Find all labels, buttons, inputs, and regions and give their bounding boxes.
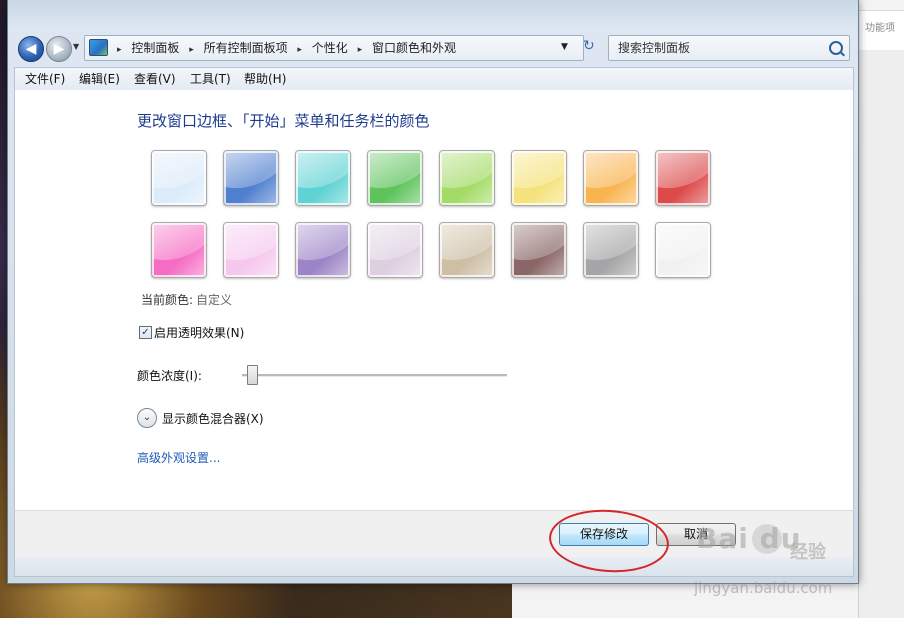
content-pane: 更改窗口边框、「开始」菜单和任务栏的颜色 当前颜色: 自定义 ✓ 启用透明效果(… [14,90,854,510]
address-bar[interactable]: ▸ 控制面板 ▸ 所有控制面板项 ▸ 个性化 ▸ 窗口颜色和外观 [84,35,584,61]
breadcrumb-separator-icon[interactable]: ▸ [297,38,302,62]
menu-edit[interactable]: 编辑(E) [79,68,120,90]
search-placeholder: 搜索控制面板 [618,41,691,55]
breadcrumb-all-items[interactable]: 所有控制面板项 [204,36,288,60]
color-intensity-label: 颜色浓度(I): [137,369,202,383]
color-swatch[interactable] [655,150,711,206]
menu-view[interactable]: 查看(V) [134,68,176,90]
breadcrumb: ▸ 控制面板 ▸ 所有控制面板项 ▸ 个性化 ▸ 窗口颜色和外观 [111,36,456,60]
background-window-pane [858,50,904,618]
chevron-down-icon[interactable]: ⌄ [137,408,157,428]
color-swatch[interactable] [151,222,207,278]
color-swatch[interactable] [151,150,207,206]
menu-tools[interactable]: 工具(T) [190,68,231,90]
color-swatch[interactable] [439,150,495,206]
search-input[interactable]: 搜索控制面板 [608,35,850,61]
advanced-appearance-link[interactable]: 高级外观设置... [137,449,220,466]
breadcrumb-separator-icon[interactable]: ▸ [189,38,194,62]
color-swatch[interactable] [223,150,279,206]
current-color-label: 当前颜色: [141,293,194,307]
search-icon[interactable] [829,41,843,55]
breadcrumb-separator-icon[interactable]: ▸ [117,38,122,62]
breadcrumb-personalization[interactable]: 个性化 [312,36,348,60]
color-swatch[interactable] [655,222,711,278]
forward-arrow-icon: ▶ [53,41,65,57]
breadcrumb-window-color[interactable]: 窗口颜色和外观 [372,36,456,60]
watermark-brand-cn: 经验 [790,542,826,563]
page-title: 更改窗口边框、「开始」菜单和任务栏的颜色 [137,112,430,130]
status-bar [14,557,854,577]
breadcrumb-control-panel[interactable]: 控制面板 [131,36,179,60]
window-title-area [8,0,858,30]
menu-help[interactable]: 帮助(H) [244,68,286,90]
slider-thumb[interactable] [247,365,259,385]
forward-button[interactable]: ▶ [46,36,72,62]
color-swatch[interactable] [295,150,351,206]
color-swatch[interactable] [583,222,639,278]
watermark-brand: Bai du [696,522,802,555]
transparency-checkbox[interactable]: ✓ [139,326,152,339]
color-swatch[interactable] [511,150,567,206]
menu-file[interactable]: 文件(F) [25,68,65,90]
watermark-url: jingyan.baidu.com [694,579,833,597]
color-swatch[interactable] [367,222,423,278]
color-intensity-slider[interactable] [242,374,507,377]
recent-pages-dropdown[interactable]: ▼ [73,42,79,51]
refresh-icon[interactable]: ↻ [583,38,595,54]
transparency-label[interactable]: 启用透明效果(N) [154,324,244,341]
back-button[interactable]: ◀ [18,36,44,62]
control-panel-window: ◀ ▶ ▼ ▸ 控制面板 ▸ 所有控制面板项 ▸ 个性化 ▸ 窗口颜色和外观 ▼… [7,0,859,584]
paw-logo-icon [752,524,782,554]
color-swatch[interactable] [439,222,495,278]
color-swatch[interactable] [367,150,423,206]
breadcrumb-separator-icon[interactable]: ▸ [358,38,363,62]
color-swatch[interactable] [583,150,639,206]
color-swatch[interactable] [295,222,351,278]
color-swatch[interactable] [223,222,279,278]
show-color-mixer-toggle[interactable]: 显示颜色混合器(X) [162,410,264,427]
current-color-value: 自定义 [196,293,233,307]
background-window-snippet: 功能项 [856,10,904,52]
back-arrow-icon: ◀ [25,41,37,57]
color-swatch[interactable] [511,222,567,278]
address-dropdown-icon[interactable]: ▼ [561,42,568,52]
menu-bar: 文件(F) 编辑(E) 查看(V) 工具(T) 帮助(H) [14,67,854,91]
control-panel-icon [89,39,108,56]
